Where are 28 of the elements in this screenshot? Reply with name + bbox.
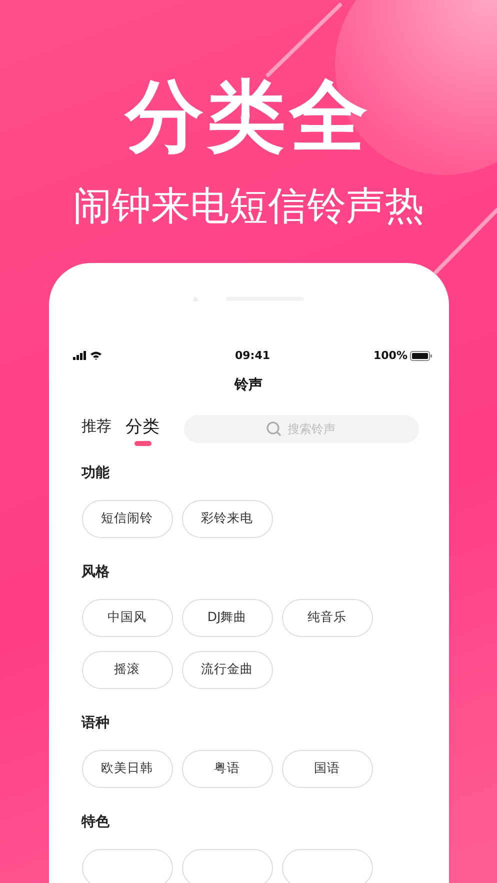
tab[interactable]: 推荐: [82, 417, 112, 440]
battery-percent: 100%: [374, 349, 408, 362]
headline: 分类全: [126, 78, 372, 156]
signal-icon: [72, 351, 86, 360]
screen-title: 铃声: [233, 376, 264, 394]
tag-chip[interactable]: 彩铃来电: [182, 500, 272, 538]
tag-chip[interactable]: 摇滚: [82, 650, 172, 689]
tag-chip[interactable]: 粤语: [182, 750, 272, 788]
tag-chip[interactable]: 欧美日韩: [82, 750, 172, 788]
tag-chip[interactable]: [182, 848, 272, 883]
tag-chip[interactable]: 短信闹铃: [82, 500, 172, 538]
section-title: 语种: [82, 714, 110, 733]
search-field[interactable]: 搜索铃声: [184, 414, 418, 443]
section-title: 特色: [82, 812, 110, 832]
section-title: 风格: [82, 562, 110, 582]
tag-chip[interactable]: 中国风: [82, 598, 172, 637]
subtitle: 闹钟来电短信铃声热: [73, 186, 424, 229]
tag-chip[interactable]: [282, 848, 372, 883]
tag-chip[interactable]: 国语: [282, 750, 372, 788]
section-title: 功能: [82, 464, 110, 483]
battery-icon: [410, 350, 432, 361]
tag-chip[interactable]: [82, 848, 172, 883]
wifi-icon: [90, 351, 102, 360]
tag-chip[interactable]: 流行金曲: [182, 650, 272, 689]
tag-chip[interactable]: DJ舞曲: [182, 598, 272, 637]
status-time: 09:41: [234, 349, 270, 362]
tag-chip[interactable]: 纯音乐: [282, 598, 372, 637]
search-icon: [266, 420, 282, 437]
